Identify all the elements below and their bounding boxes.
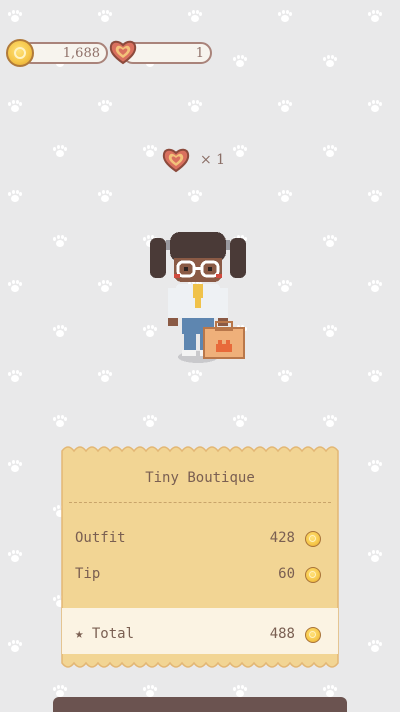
line-item-outfit: Outfit 428 (75, 530, 321, 550)
coin-icon (305, 627, 321, 643)
paw-print-icon (98, 370, 112, 382)
reward-multiplier: × 1 (200, 152, 226, 168)
heart-icon (109, 40, 137, 65)
coin-icon (305, 567, 321, 583)
paw-print-icon (98, 280, 112, 292)
paw-print-icon (368, 190, 382, 202)
paw-print-icon (8, 550, 22, 562)
paw-print-icon (143, 415, 157, 427)
paw-print-icon (53, 685, 67, 697)
total-label: ★ Total (75, 626, 135, 642)
paw-print-icon (278, 190, 292, 202)
line-item-tip: Tip 60 (75, 566, 321, 586)
reward-heart: × 1 (162, 147, 242, 175)
shopkeeper-character (150, 232, 246, 363)
paw-print-icon (368, 370, 382, 382)
coin-icon (6, 39, 34, 67)
bottom-action-bar[interactable] (53, 697, 347, 712)
coin-icon (305, 531, 321, 547)
paw-print-icon (8, 640, 22, 652)
paw-print-icon (188, 370, 202, 382)
paw-print-icon (278, 280, 292, 292)
paw-print-icon (8, 10, 22, 22)
paw-print-icon (233, 415, 247, 427)
line-item-label: Tip (75, 566, 101, 582)
paw-print-icon (53, 415, 67, 427)
paw-print-icon (368, 550, 382, 562)
paw-print-icon (233, 685, 247, 697)
paw-print-icon (323, 145, 337, 157)
paw-print-icon (53, 235, 67, 247)
paw-print-icon (368, 640, 382, 652)
paw-print-icon (8, 460, 22, 472)
paw-print-icon (278, 370, 292, 382)
paw-print-icon (98, 190, 112, 202)
paw-print-icon (8, 190, 22, 202)
paw-print-icon (8, 370, 22, 382)
receipt-divider (69, 502, 331, 503)
line-item-label: Outfit (75, 530, 126, 546)
paw-print-icon (8, 280, 22, 292)
total-row: ★ Total 488 (75, 626, 321, 646)
paw-print-icon (368, 280, 382, 292)
paw-print-icon (53, 145, 67, 157)
paw-print-icon (368, 10, 382, 22)
paw-print-icon (8, 100, 22, 112)
paw-print-icon (188, 100, 202, 112)
paw-print-icon (368, 460, 382, 472)
heart-count: 1 (195, 46, 204, 61)
paw-print-icon (323, 55, 337, 67)
receipt-panel: Tiny Boutique Outfit 428 Tip 60 ★ Total … (61, 446, 339, 668)
paw-print-icon (188, 190, 202, 202)
paw-print-icon (233, 55, 247, 67)
paw-print-icon (143, 145, 157, 157)
paw-print-icon (98, 10, 112, 22)
paw-print-icon (188, 10, 202, 22)
total-amount: 488 (269, 626, 295, 642)
paw-print-icon (98, 100, 112, 112)
paw-print-icon (323, 325, 337, 337)
paw-print-icon (278, 10, 292, 22)
coin-count: 1,688 (62, 46, 100, 61)
line-item-amount: 60 (278, 566, 295, 582)
reward-heart-icon (162, 148, 190, 173)
paw-print-icon (143, 685, 157, 697)
paw-print-icon (323, 685, 337, 697)
paw-print-icon (53, 325, 67, 337)
paw-print-icon (368, 100, 382, 112)
paw-print-icon (278, 100, 292, 112)
shop-title: Tiny Boutique (145, 470, 255, 486)
paw-print-icon (323, 235, 337, 247)
line-item-amount: 428 (269, 530, 295, 546)
paw-print-icon (323, 415, 337, 427)
